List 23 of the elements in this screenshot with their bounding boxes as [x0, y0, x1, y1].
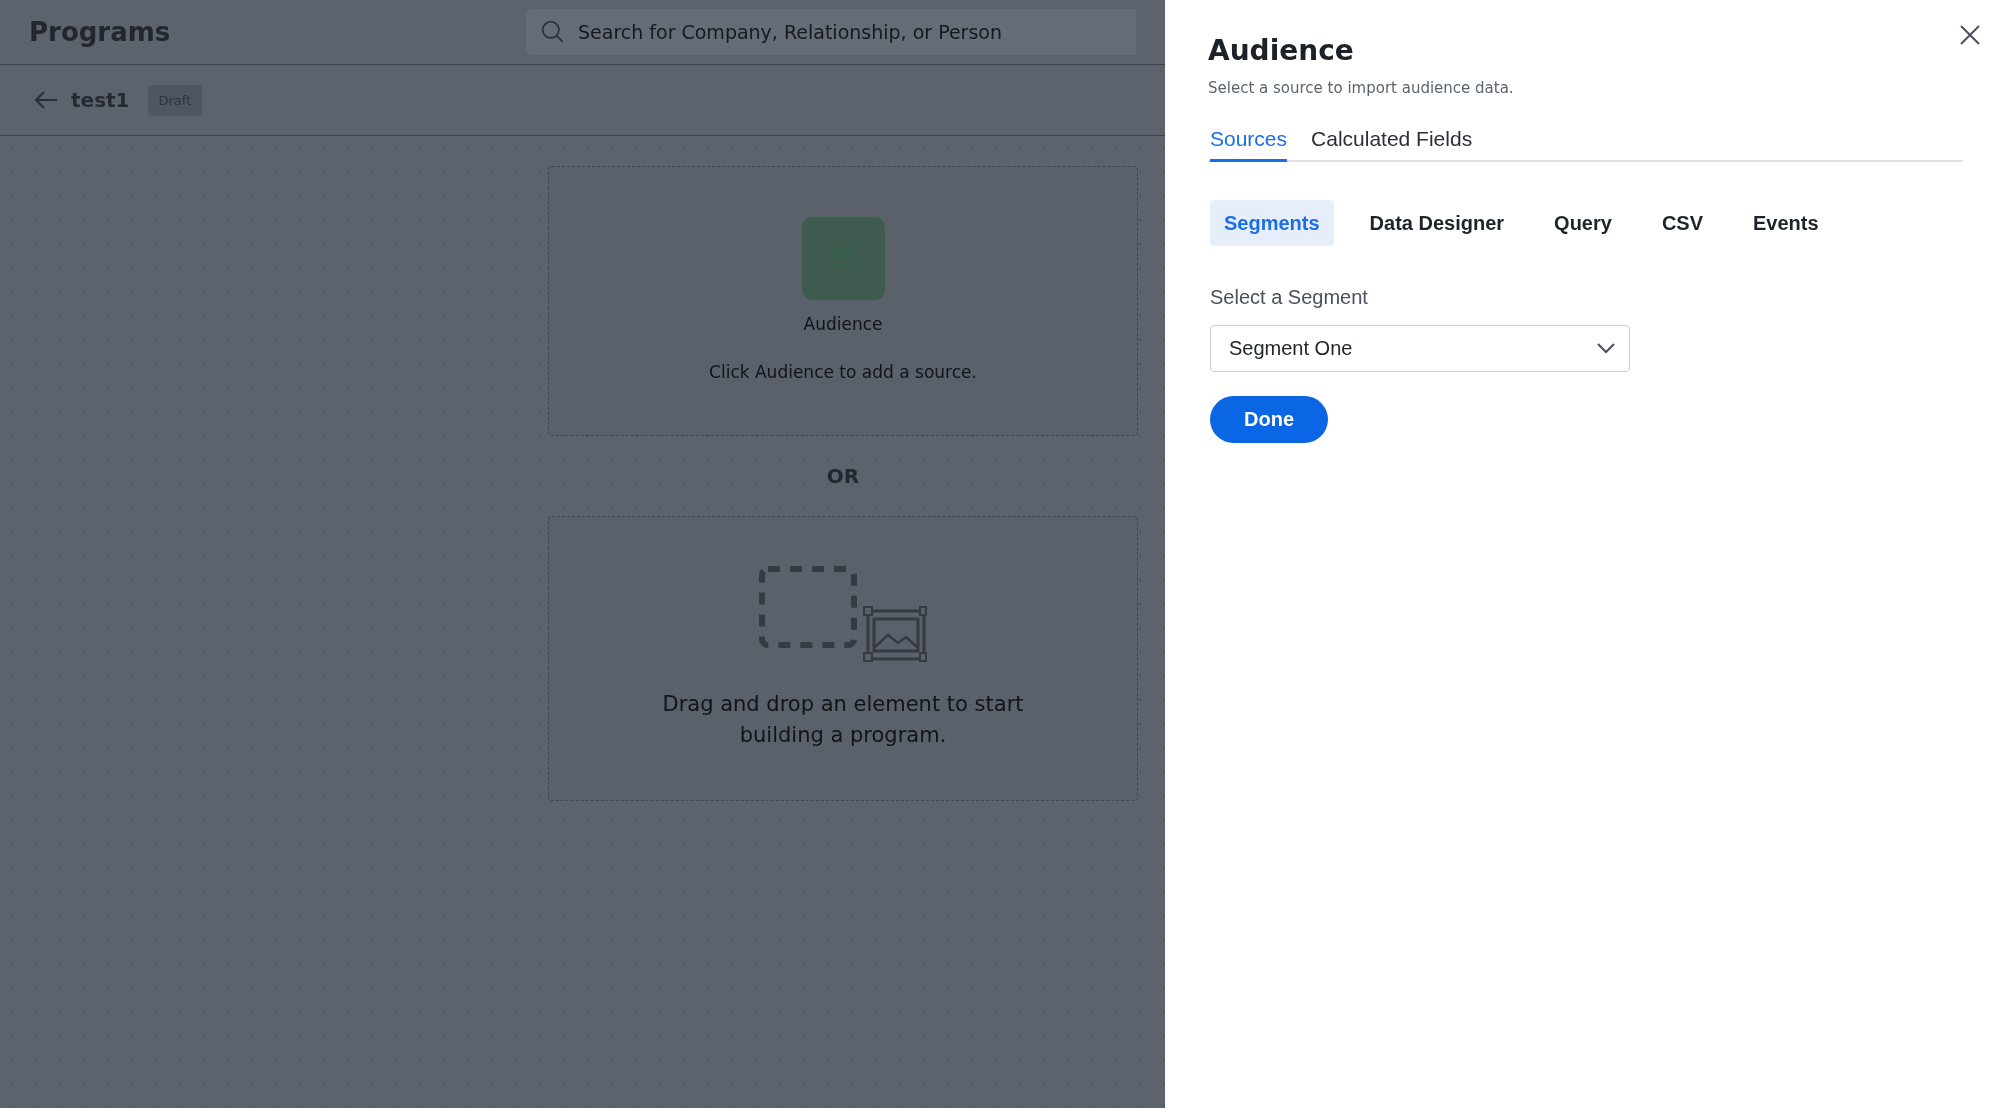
segment-select[interactable]: Segment One: [1210, 325, 1630, 372]
panel-title: Audience: [1208, 34, 1354, 67]
program-name: test1: [71, 88, 130, 112]
tab[interactable]: Calculated Fields: [1311, 127, 1473, 162]
back-button[interactable]: [33, 89, 59, 111]
audience-label: Audience: [803, 314, 883, 334]
tab[interactable]: Sources: [1210, 127, 1288, 162]
search-field[interactable]: Search for Company, Relationship, or Person: [526, 9, 1136, 55]
page-title: Programs: [29, 17, 172, 47]
or-divider: OR: [826, 463, 860, 490]
drag-drop-icon: [758, 565, 928, 663]
chevron-down-icon: [1597, 343, 1615, 354]
source-tab[interactable]: Events: [1739, 200, 1833, 246]
source-tab[interactable]: Query: [1540, 200, 1626, 246]
panel-subtitle: Select a source to import audience data.: [1208, 79, 1514, 97]
dropzone-text: Drag and drop an element to start building a program.: [661, 691, 1025, 749]
done-button[interactable]: Done: [1210, 396, 1328, 443]
source-tab[interactable]: Segments: [1210, 200, 1334, 246]
field-label: Select a Segment: [1209, 286, 1368, 309]
audience-button[interactable]: [801, 217, 885, 300]
source-tab[interactable]: Data Designer: [1355, 200, 1519, 246]
audience-hint: Click Audience to add a source.: [709, 362, 977, 382]
source-tab[interactable]: CSV: [1647, 200, 1718, 246]
